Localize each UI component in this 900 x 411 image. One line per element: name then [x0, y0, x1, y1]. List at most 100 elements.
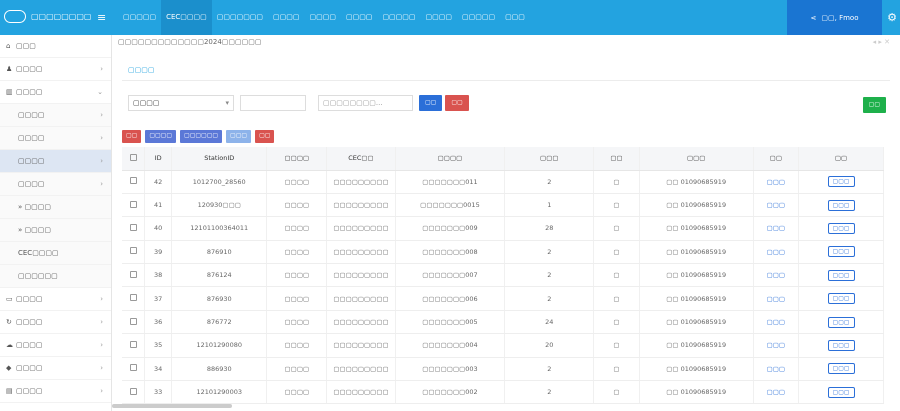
- gear-icon[interactable]: ⚙: [887, 11, 897, 24]
- sidebar-item[interactable]: ⌂ ▢▢▢: [0, 35, 111, 58]
- row-checkbox[interactable]: [129, 247, 137, 255]
- sidebar-item[interactable]: ▢▢▢▢ ›: [0, 173, 111, 196]
- more-button[interactable]: ▢▢▢: [827, 316, 855, 328]
- nav-item[interactable]: ▢▢▢▢▢: [118, 0, 161, 35]
- nav-item[interactable]: ▢▢▢: [500, 0, 530, 35]
- nav-item[interactable]: CEC▢▢▢▢: [161, 0, 212, 35]
- cell-text: ▢▢▢▢▢▢▢▢▢: [333, 224, 389, 233]
- reset-button[interactable]: ▢▢: [445, 95, 469, 111]
- sidebar-item[interactable]: ◆ ▢▢▢▢ ›: [0, 357, 111, 380]
- user-menu[interactable]: ⋖ ▢▢, Fmoo: [787, 0, 882, 35]
- more-button[interactable]: ▢▢▢: [827, 199, 855, 211]
- more-button[interactable]: ▢▢▢: [827, 293, 855, 305]
- select-all-checkbox[interactable]: [129, 153, 137, 161]
- export-button[interactable]: ▢▢: [862, 97, 886, 113]
- share-icon: ⋖: [810, 13, 817, 22]
- status-link[interactable]: ▢▢▢: [767, 365, 785, 373]
- cell-more: ▢▢▢: [798, 240, 884, 265]
- cell-piles: 2: [504, 380, 595, 405]
- sidebar-item[interactable]: ▢▢▢▢ ›: [0, 150, 111, 173]
- row-checkbox[interactable]: [129, 177, 137, 185]
- sidebar-item[interactable]: » ▢▢▢▢: [0, 196, 111, 219]
- cell-text: 12101290003: [196, 388, 242, 397]
- nav-item[interactable]: ▢▢▢▢: [421, 0, 457, 35]
- cell-state: ▢▢▢: [753, 240, 800, 265]
- cell-text: ▢▢ 01090685919: [666, 294, 727, 303]
- row-checkbox[interactable]: [129, 340, 137, 348]
- action-button[interactable]: ▢▢▢▢: [145, 130, 177, 143]
- cell-more: ▢▢▢: [798, 286, 884, 311]
- keyword-input[interactable]: [240, 95, 306, 111]
- cell-station: 876772: [171, 310, 268, 335]
- chevron-icon: ⌄: [97, 88, 103, 96]
- action-button[interactable]: ▢▢▢▢▢▢: [180, 130, 223, 143]
- cell-text: ▢▢▢▢: [284, 201, 310, 210]
- nav-item[interactable]: ▢▢▢▢▢: [457, 0, 500, 35]
- nav-item[interactable]: ▢▢▢▢: [268, 0, 304, 35]
- horizontal-scrollbar[interactable]: [112, 404, 232, 408]
- menu-toggle-icon[interactable]: ≡: [97, 11, 106, 24]
- search-button[interactable]: ▢▢: [419, 95, 443, 111]
- more-button[interactable]: ▢▢▢: [827, 386, 855, 398]
- sidebar-item[interactable]: » ▢▢▢▢: [0, 219, 111, 242]
- cell-state: ▢▢▢: [753, 380, 800, 405]
- row-checkbox[interactable]: [129, 270, 137, 278]
- sidebar-item[interactable]: ☁ ▢▢▢▢ ›: [0, 334, 111, 357]
- nav-item[interactable]: ▢▢▢▢: [341, 0, 377, 35]
- column-header: ▢▢: [593, 147, 640, 171]
- action-button[interactable]: ▢▢: [255, 130, 275, 143]
- status-link[interactable]: ▢▢▢: [767, 341, 785, 349]
- status-link[interactable]: ▢▢▢: [767, 388, 785, 396]
- cell-more: ▢▢▢: [798, 380, 884, 405]
- status-link[interactable]: ▢▢▢: [767, 178, 785, 186]
- more-button[interactable]: ▢▢▢: [827, 339, 855, 351]
- column-header: ▢▢▢▢: [266, 147, 328, 171]
- row-checkbox[interactable]: [129, 200, 137, 208]
- sidebar-item[interactable]: ▤ ▢▢▢▢ ›: [0, 380, 111, 403]
- status-link[interactable]: ▢▢▢: [767, 271, 785, 279]
- row-checkbox[interactable]: [129, 364, 137, 372]
- bank-icon: ▥: [6, 88, 13, 96]
- sidebar-item[interactable]: ♟ ▢▢▢▢ ›: [0, 58, 111, 81]
- sidebar-item[interactable]: ▢▢▢▢ ›: [0, 104, 111, 127]
- chevron-icon: ›: [100, 318, 103, 326]
- sidebar-item[interactable]: ▢▢▢▢▢▢: [0, 265, 111, 288]
- status-link[interactable]: ▢▢▢: [767, 295, 785, 303]
- nav-item[interactable]: ▢▢▢▢▢: [377, 0, 420, 35]
- more-button[interactable]: ▢▢▢: [827, 363, 855, 375]
- tab-all[interactable]: ▢▢▢▢: [128, 59, 154, 81]
- status-link[interactable]: ▢▢▢: [767, 224, 785, 232]
- sidebar-item[interactable]: ▭ ▢▢▢▢ ›: [0, 288, 111, 311]
- sidebar-item[interactable]: ↻ ▢▢▢▢ ›: [0, 311, 111, 334]
- more-button[interactable]: ▢▢▢: [827, 269, 855, 281]
- nav-item[interactable]: ▢▢▢▢▢▢▢: [212, 0, 268, 35]
- row-checkbox[interactable]: [129, 317, 137, 325]
- cell-text: ▢▢▢▢▢▢▢▢▢: [333, 341, 389, 350]
- platform-select-value: ▢▢▢▢: [133, 99, 160, 107]
- cell-cec: ▢▢▢▢▢▢▢▢▢: [326, 286, 396, 311]
- status-link[interactable]: ▢▢▢: [767, 318, 785, 326]
- status-link[interactable]: ▢▢▢: [767, 248, 785, 256]
- sidebar-item[interactable]: CEC▢▢▢▢: [0, 242, 111, 265]
- more-button[interactable]: ▢▢▢: [827, 176, 855, 188]
- column-header: ▢▢▢: [639, 147, 754, 171]
- window-controls[interactable]: ◂ ▸ ✕: [873, 35, 890, 49]
- action-button[interactable]: ▢▢: [122, 130, 142, 143]
- cell-text: ▢: [613, 388, 620, 397]
- cell-text: 876930: [206, 294, 232, 303]
- platform-select[interactable]: ▢▢▢▢ ▾: [128, 95, 234, 111]
- column-header: StationID: [171, 147, 268, 171]
- row-checkbox[interactable]: [129, 294, 137, 302]
- sidebar-item[interactable]: ▥ ▢▢▢▢ ⌄: [0, 81, 111, 104]
- row-checkbox[interactable]: [129, 387, 137, 395]
- station-search-input[interactable]: ▢▢▢▢▢▢▢▢...: [318, 95, 413, 111]
- more-button[interactable]: ▢▢▢: [827, 222, 855, 234]
- action-button[interactable]: ▢▢▢: [226, 130, 252, 143]
- nav-item[interactable]: ▢▢▢▢: [305, 0, 341, 35]
- more-button[interactable]: ▢▢▢: [827, 246, 855, 258]
- sidebar-item[interactable]: ▢▢▢▢ ›: [0, 127, 111, 150]
- cell-platform: ▢▢▢▢: [266, 263, 328, 288]
- cell-platform: ▢▢▢▢: [266, 357, 328, 382]
- row-checkbox[interactable]: [129, 223, 137, 231]
- status-link[interactable]: ▢▢▢: [767, 201, 785, 209]
